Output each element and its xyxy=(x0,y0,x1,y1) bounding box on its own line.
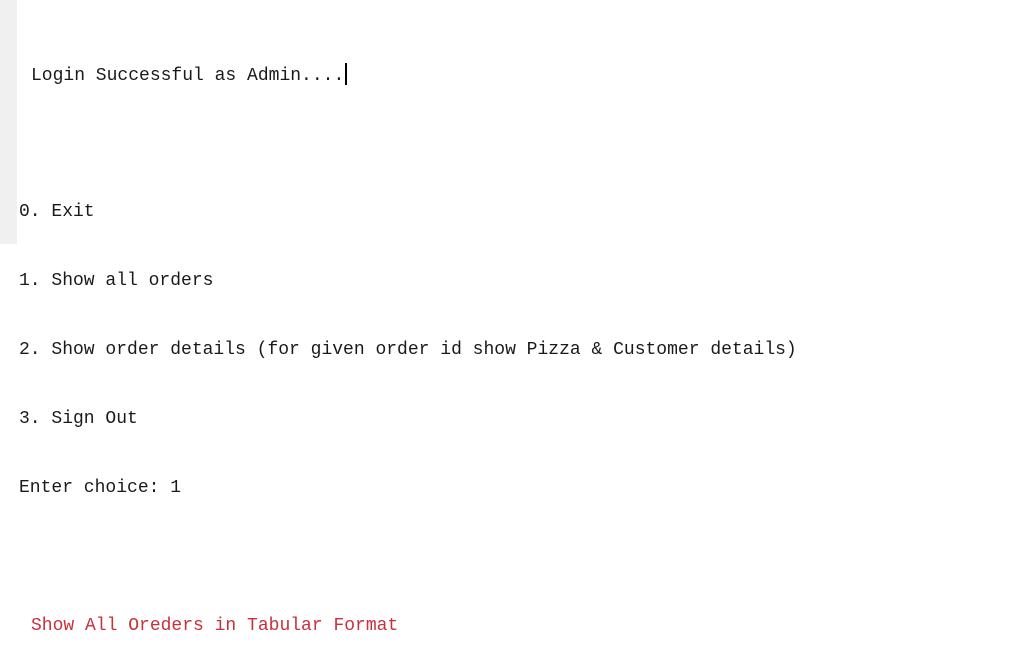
section-heading: Show All Oreders in Tabular Format xyxy=(31,616,399,636)
menu-option-show-order-details: 2. Show order details (for given order i… xyxy=(19,340,797,360)
text-caret xyxy=(345,63,348,85)
console-gutter xyxy=(0,0,17,244)
choice-prompt-label: Enter choice: xyxy=(19,478,171,498)
choice-input-value[interactable]: 1 xyxy=(170,478,181,498)
login-success-line: Login Successful as Admin.... xyxy=(19,63,1019,86)
menu-option-sign-out: 3. Sign Out xyxy=(19,409,138,429)
menu-option-exit: 0. Exit xyxy=(19,202,95,222)
login-success-text: Login Successful as Admin.... xyxy=(31,66,345,86)
console-output[interactable]: Login Successful as Admin.... 0. Exit 1.… xyxy=(19,17,1019,661)
choice-prompt-line: Enter choice: 1 xyxy=(19,477,1019,500)
menu-option-show-all-orders: 1. Show all orders xyxy=(19,271,214,291)
